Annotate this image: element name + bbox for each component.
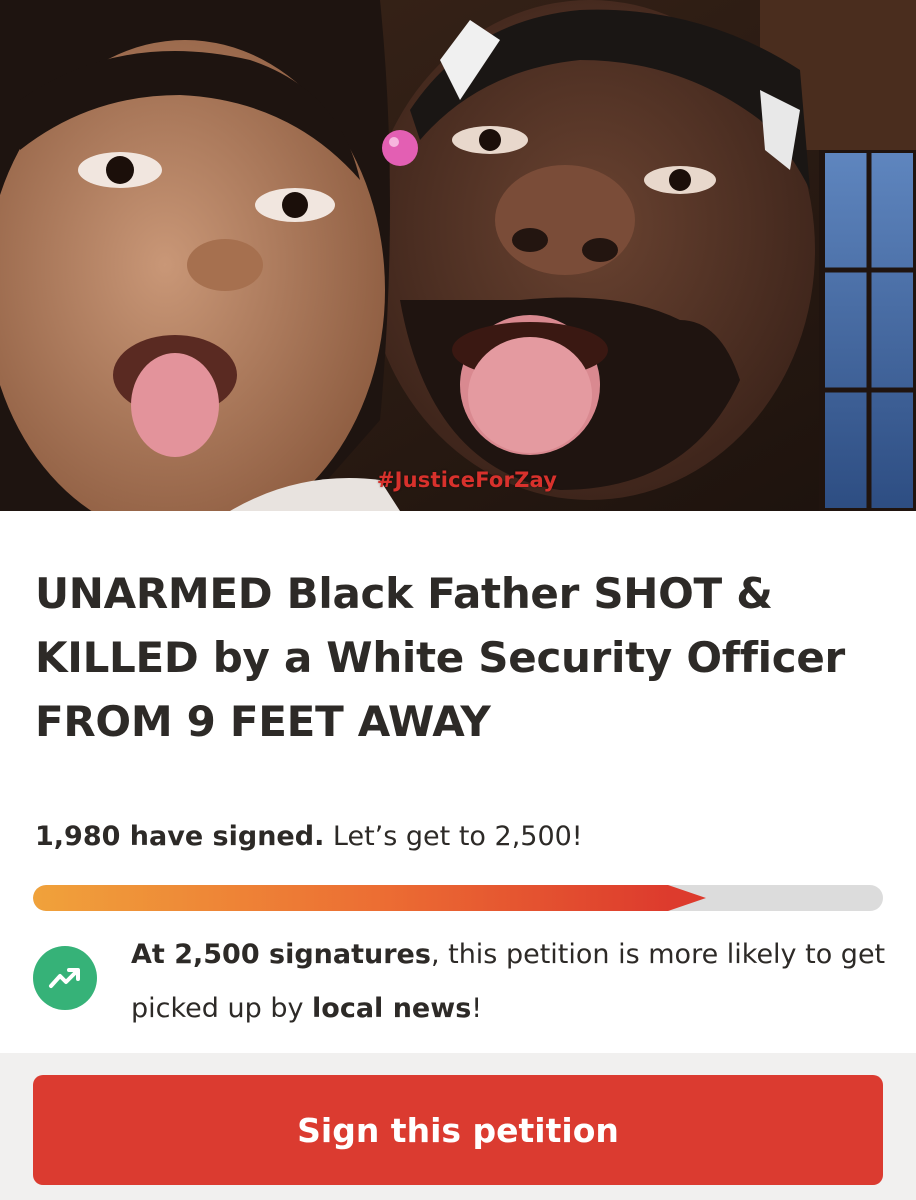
hashtag-watermark: #JusticeForZay <box>376 468 558 492</box>
milestone-text-2: ! <box>471 993 483 1024</box>
progress-arrow-tip <box>668 885 706 911</box>
signature-progress-bar <box>33 885 883 911</box>
milestone-bold-local-news: local news <box>312 993 472 1024</box>
hero-photo-illustration <box>0 0 916 511</box>
milestone-bold-signatures: At 2,500 signatures <box>131 939 431 970</box>
signature-goal: Let’s get to 2,500! <box>324 821 583 852</box>
signature-count: 1,980 have signed. Let’s get to 2,500! <box>35 817 583 857</box>
signed-count: 1,980 have signed. <box>35 821 325 852</box>
progress-fill <box>33 885 668 911</box>
trending-up-glyph <box>49 968 80 988</box>
hero-photo: #JusticeForZay <box>0 0 916 511</box>
milestone-message: At 2,500 signatures, this petition is mo… <box>131 928 891 1036</box>
trending-up-icon <box>33 946 97 1010</box>
sign-petition-button[interactable]: Sign this petition <box>33 1075 883 1185</box>
petition-title: UNARMED Black Father SHOT & KILLED by a … <box>35 569 845 746</box>
